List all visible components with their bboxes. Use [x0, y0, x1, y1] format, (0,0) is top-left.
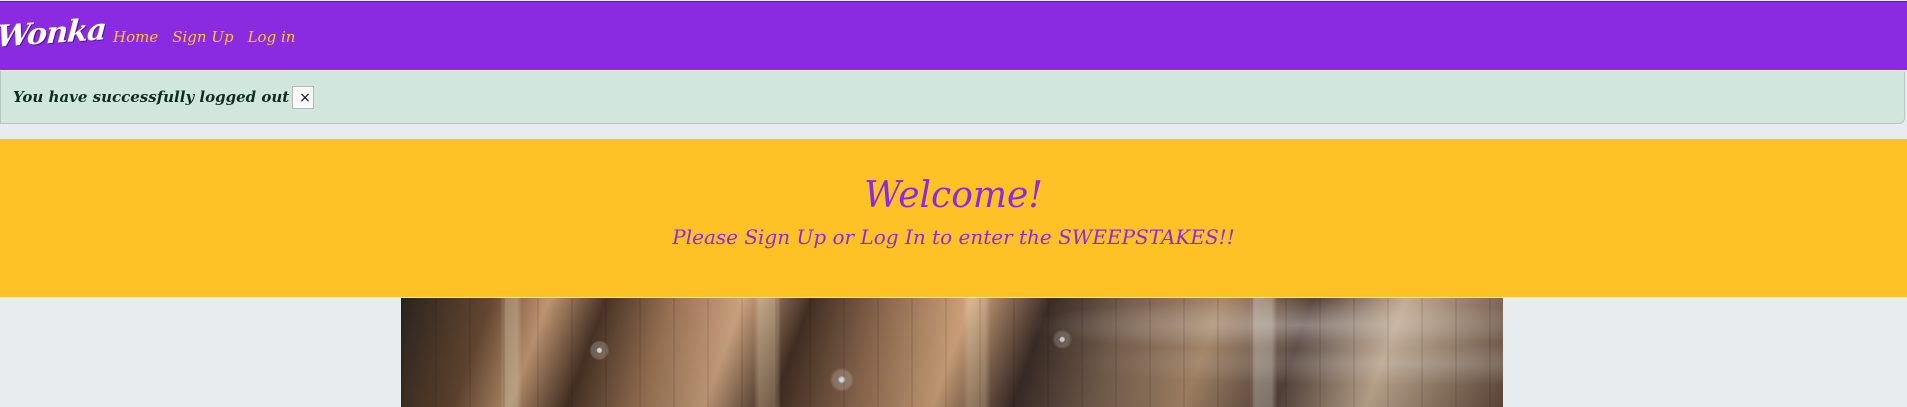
top-navbar: Wonka Home Sign Up Log in [0, 1, 1907, 70]
close-alert-button[interactable]: × [292, 85, 315, 109]
alert-message: You have successfully logged out [13, 88, 290, 106]
wonka-logo-text: Wonka [0, 12, 107, 55]
welcome-hero: Welcome! Please Sign Up or Log In to ent… [0, 139, 1907, 297]
nav-home-link[interactable]: Home [113, 28, 158, 46]
main-navigation: Home Sign Up Log in [113, 28, 295, 46]
nav-sign-up-link[interactable]: Sign Up [172, 28, 233, 46]
logout-success-alert: You have successfully logged out × [0, 71, 1905, 124]
welcome-title: Welcome! [864, 175, 1043, 216]
wonka-logo[interactable]: Wonka [0, 12, 107, 56]
factory-machinery-image [401, 298, 1503, 407]
sweepstakes-subtitle: Please Sign Up or Log In to enter the SW… [672, 225, 1235, 249]
nav-log-in-link[interactable]: Log in [248, 28, 296, 46]
